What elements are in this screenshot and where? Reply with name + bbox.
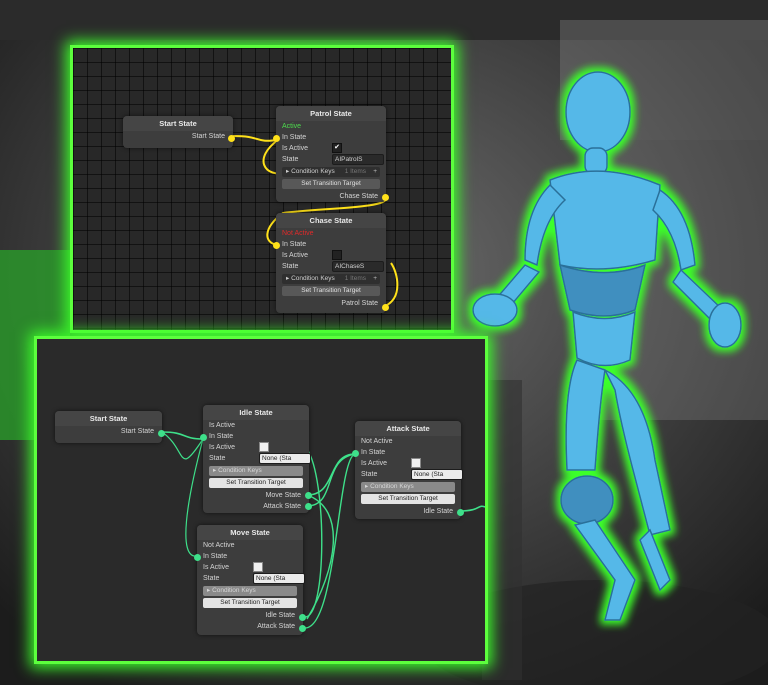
in-state-label: In State bbox=[209, 433, 234, 440]
set-transition-target-button[interactable]: Set Transition Target bbox=[361, 494, 455, 504]
attack-state-node[interactable]: Attack State Not Active In State Is Acti… bbox=[352, 421, 464, 519]
is-active-label: Is Active bbox=[282, 145, 309, 152]
attack-output-idle-port[interactable] bbox=[457, 509, 464, 516]
move-output-idle-label: Idle State bbox=[265, 612, 295, 619]
state-label: State bbox=[282, 263, 299, 271]
node-title: Move State bbox=[197, 525, 303, 540]
robot-mannequin-figure bbox=[472, 71, 742, 621]
in-state-label: In State bbox=[361, 449, 386, 456]
move-output-idle-port[interactable] bbox=[299, 614, 306, 621]
idle-output-move-label: Move State bbox=[265, 492, 301, 499]
top-graph-connections bbox=[232, 135, 399, 307]
status-label: Not Active bbox=[203, 542, 235, 549]
in-state-label: In State bbox=[282, 241, 307, 248]
idle-input-port[interactable] bbox=[200, 434, 207, 441]
state-label: State bbox=[203, 575, 220, 583]
status-label: Not Active bbox=[282, 230, 314, 237]
move-output-attack-label: Attack State bbox=[257, 623, 295, 630]
chase-state-node[interactable]: Chase State Not Active In State Is Activ… bbox=[273, 213, 389, 313]
status-label: Active bbox=[282, 123, 302, 130]
plus-icon[interactable]: + bbox=[373, 274, 377, 284]
patrol-state-node[interactable]: Patrol State Active In State Is Active ✔ … bbox=[273, 106, 389, 202]
is-active-label: Is Active bbox=[203, 564, 230, 571]
is-active-checkbox[interactable] bbox=[259, 442, 269, 453]
idle-output-attack-label: Attack State bbox=[263, 503, 301, 510]
node-title: Idle State bbox=[203, 405, 309, 420]
state-object-field[interactable]: None (Sta bbox=[259, 453, 311, 464]
idle-state-node[interactable]: Idle State Is Active In State Is Active … bbox=[200, 405, 312, 513]
patrol-input-port[interactable] bbox=[273, 135, 280, 142]
idle-output-move-port[interactable] bbox=[305, 492, 312, 499]
state-label: State bbox=[209, 455, 226, 463]
is-active-label: Is Active bbox=[209, 444, 236, 451]
state-label: State bbox=[282, 156, 299, 164]
state-object-field[interactable]: AIChaseS bbox=[332, 261, 384, 272]
is-active-label: Is Active bbox=[361, 460, 388, 467]
is-active-checkbox[interactable] bbox=[253, 562, 263, 573]
in-state-label: In State bbox=[203, 553, 228, 560]
attack-output-idle-label: Idle State bbox=[423, 508, 453, 515]
condition-keys-foldout[interactable]: ▸ Condition Keys bbox=[203, 586, 297, 596]
move-output-attack-port[interactable] bbox=[299, 625, 306, 632]
state-label: State bbox=[361, 471, 378, 479]
set-transition-target-button[interactable]: Set Transition Target bbox=[203, 598, 297, 608]
node-title: Attack State bbox=[355, 421, 461, 436]
state-object-field[interactable]: AIPatrolS bbox=[332, 154, 384, 165]
set-transition-target-button[interactable]: Set Transition Target bbox=[209, 478, 303, 488]
patrol-output-port[interactable] bbox=[382, 194, 389, 201]
chase-input-port[interactable] bbox=[273, 242, 280, 249]
condition-keys-foldout[interactable]: ▸ Condition Keys bbox=[361, 482, 455, 492]
set-transition-target-button[interactable]: Set Transition Target bbox=[282, 179, 380, 189]
is-active-checkbox[interactable] bbox=[332, 250, 342, 261]
state-object-field[interactable]: None (Sta bbox=[253, 573, 305, 584]
bottom-state-graph-panel[interactable]: Start State Start State Idle State Is Ac… bbox=[34, 336, 488, 664]
node-title: Patrol State bbox=[276, 106, 386, 121]
chase-output-label: Patrol State bbox=[341, 300, 378, 307]
node-title: Start State bbox=[55, 411, 162, 426]
state-object-field[interactable]: None (Sta bbox=[411, 469, 463, 480]
node-title: Start State bbox=[123, 116, 233, 131]
is-active-label: Is Active bbox=[282, 252, 309, 259]
idle-output-attack-port[interactable] bbox=[305, 503, 312, 510]
condition-keys-foldout[interactable]: ▸ Condition Keys bbox=[209, 466, 303, 476]
condition-keys-foldout[interactable]: ▸ Condition Keys 1 Items + bbox=[282, 274, 380, 284]
node-title: Chase State bbox=[276, 213, 386, 228]
move-state-node[interactable]: Move State Not Active In State Is Active… bbox=[194, 525, 306, 635]
top-state-graph-panel[interactable]: Start State Start State Patrol State Act… bbox=[70, 45, 454, 333]
start-state-output-port[interactable] bbox=[158, 430, 165, 437]
chase-output-port[interactable] bbox=[382, 304, 389, 311]
is-active-checkbox[interactable] bbox=[411, 458, 421, 469]
move-input-port[interactable] bbox=[194, 554, 201, 561]
is-active-checkbox[interactable]: ✔ bbox=[332, 143, 342, 154]
start-state-output-label: Start State bbox=[191, 133, 225, 140]
start-state-node[interactable]: Start State Start State bbox=[123, 116, 235, 148]
in-state-label: In State bbox=[282, 134, 307, 141]
set-transition-target-button[interactable]: Set Transition Target bbox=[282, 286, 380, 296]
start-state-output-port[interactable] bbox=[228, 135, 235, 142]
status-label: Is Active bbox=[209, 422, 236, 429]
plus-icon[interactable]: + bbox=[373, 167, 377, 177]
condition-keys-foldout[interactable]: ▸ Condition Keys 1 Items + bbox=[282, 167, 380, 177]
patrol-output-label: Chase State bbox=[339, 193, 378, 200]
status-label: Not Active bbox=[361, 438, 393, 445]
start-state-node[interactable]: Start State Start State bbox=[55, 411, 165, 443]
attack-input-port[interactable] bbox=[352, 450, 359, 457]
start-state-output-label: Start State bbox=[120, 428, 154, 435]
